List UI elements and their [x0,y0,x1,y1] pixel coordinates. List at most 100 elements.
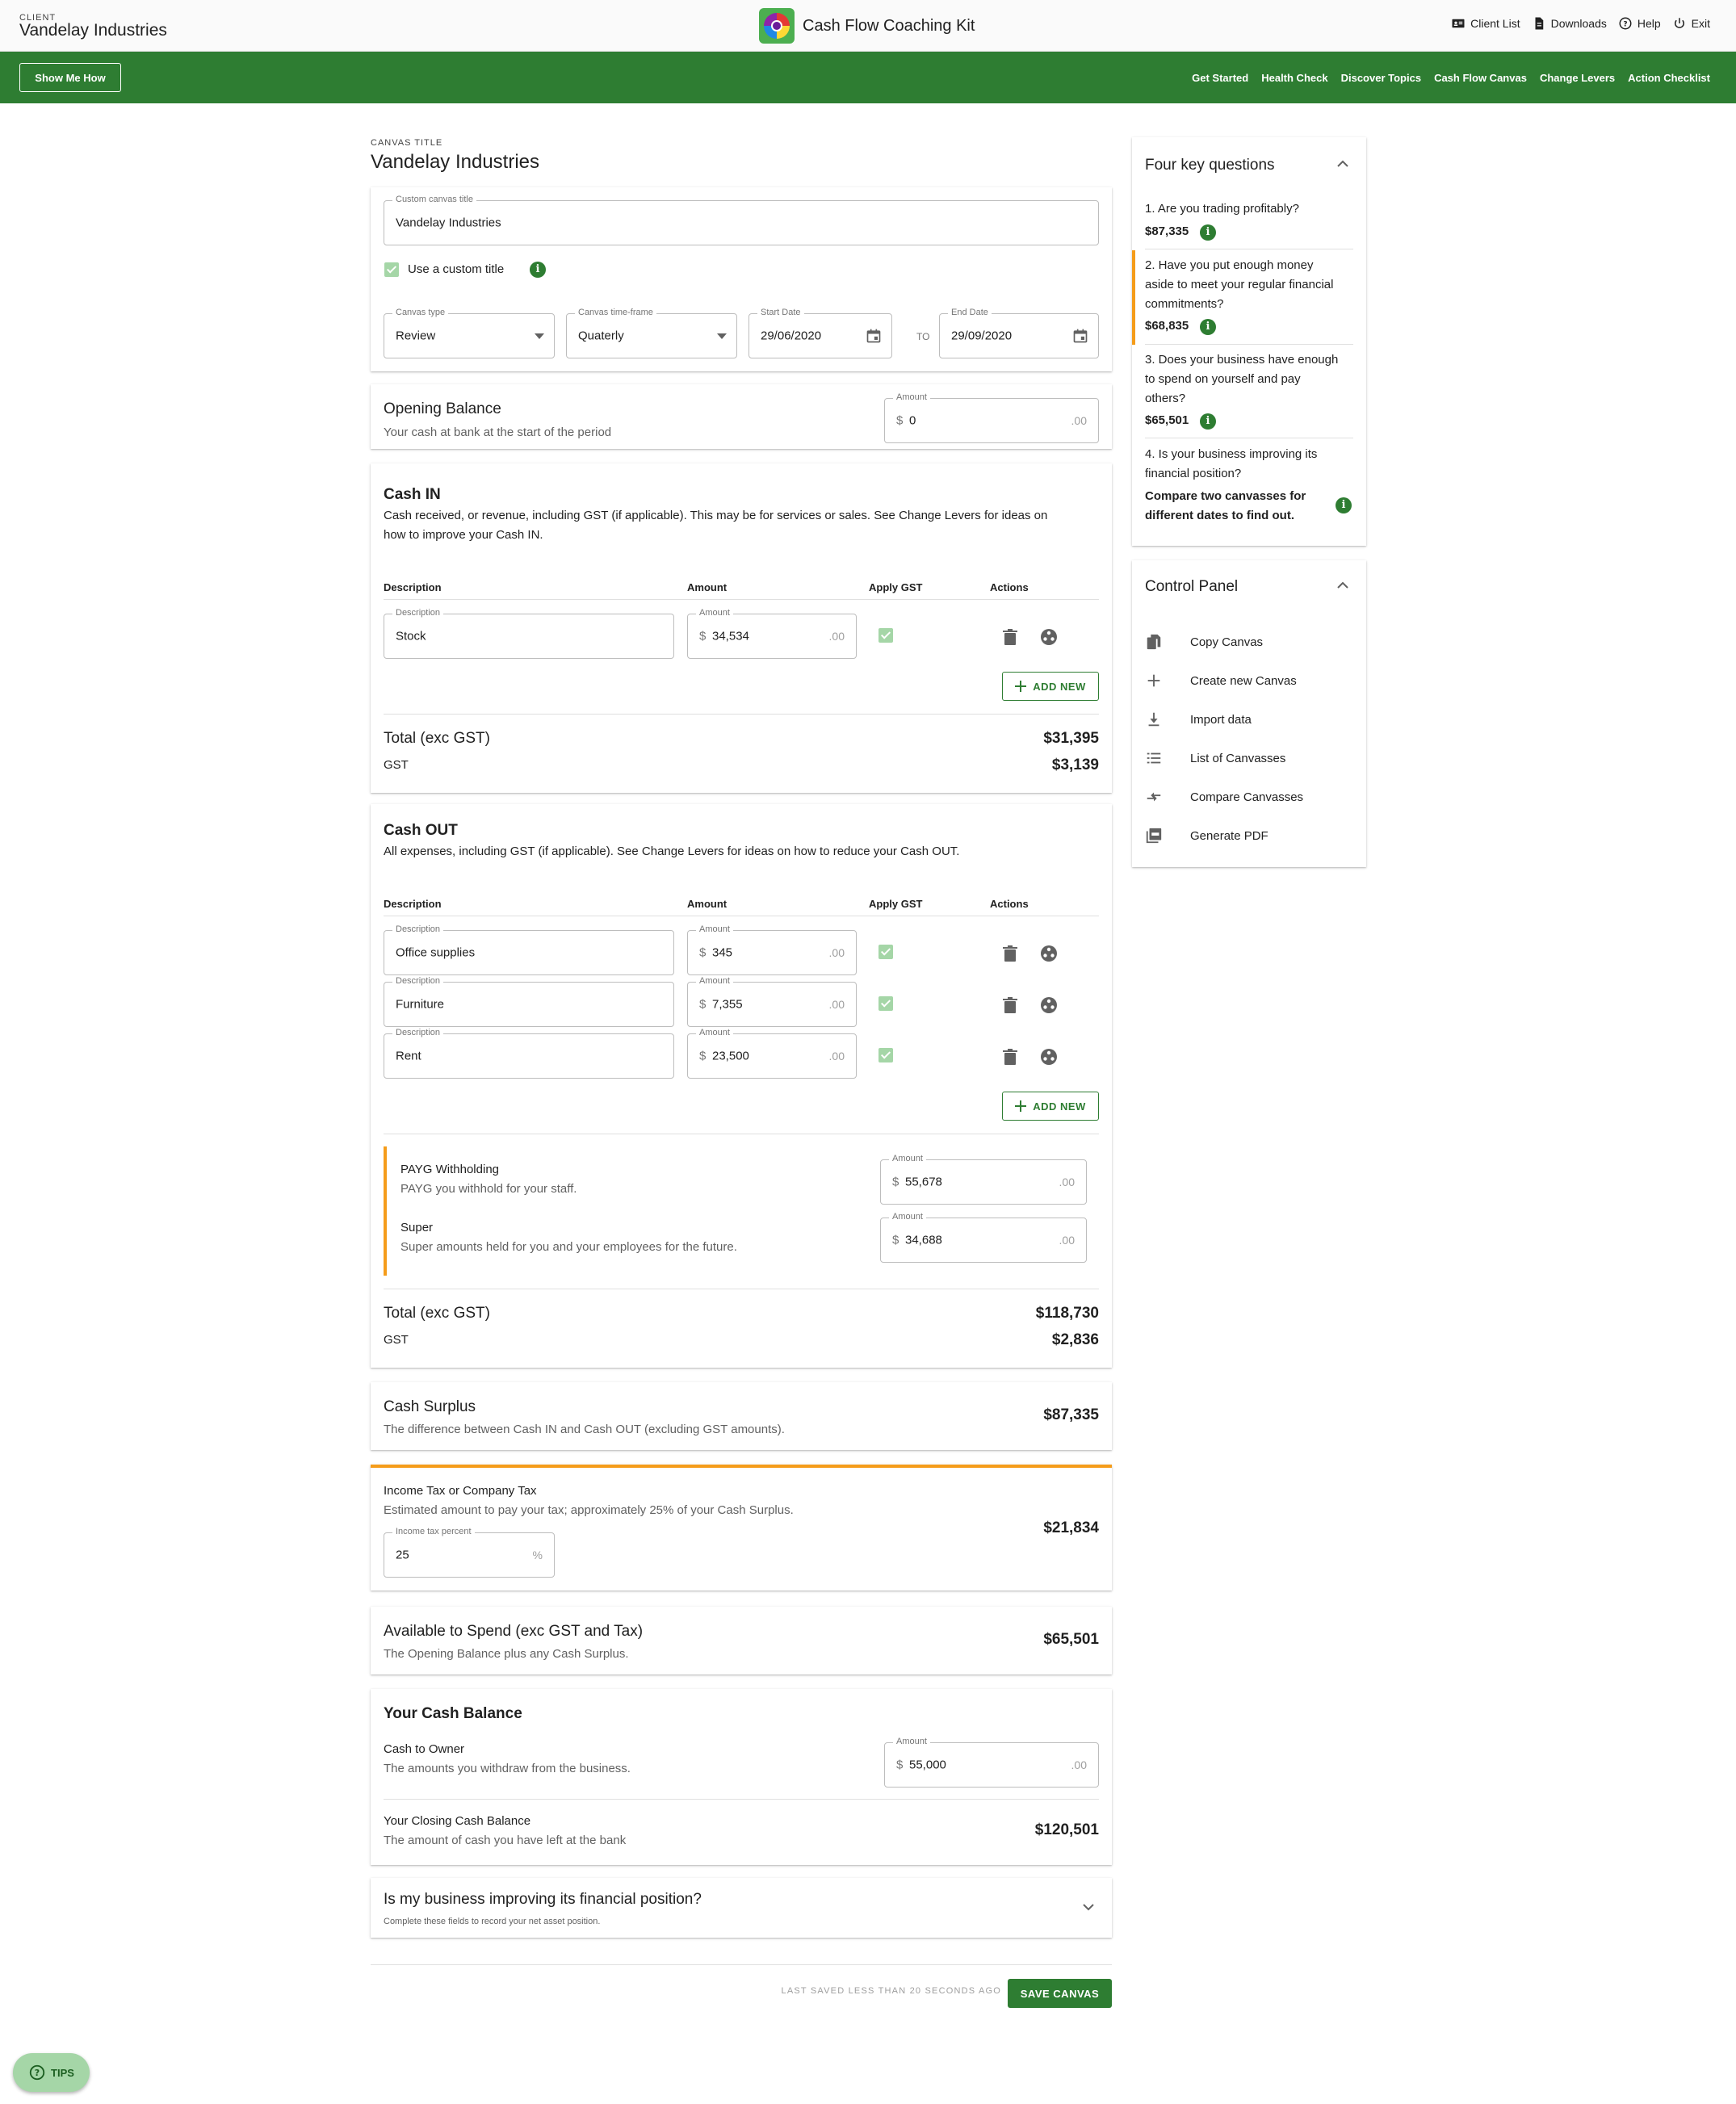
description-field[interactable]: Description Office supplies [384,924,674,975]
chevron-up-icon[interactable] [1337,581,1348,589]
settings-dots-icon[interactable] [1040,996,1058,1014]
settings-dots-icon[interactable] [1040,628,1058,646]
tips-label: TIPS [51,2066,74,2079]
save-canvas-button[interactable]: SAVE CANVAS [1008,1979,1112,2008]
generate-pdf-item[interactable]: Generate PDF [1145,827,1268,845]
income-tax-percent-field[interactable]: Income tax percent 25 % [384,1527,555,1578]
svg-text:?: ? [1623,20,1627,28]
description-field[interactable]: Description Rent [384,1028,674,1079]
cash-in-description-line2: how to improve your Cash IN. [384,528,543,542]
add-new-button[interactable]: ADD NEW [1002,672,1099,701]
cents-suffix: .00 [828,630,845,643]
copy-canvas-item[interactable]: Copy Canvas [1145,633,1263,651]
custom-title-field[interactable]: Custom canvas title Vandelay Industries [384,195,1099,245]
income-tax-percent-value: 25 [396,1548,409,1562]
nav-discover-topics[interactable]: Discover Topics [1341,72,1421,84]
apply-gst-checkbox[interactable] [878,945,893,959]
control-panel-card: Control Panel Copy Canvas Create new Can… [1132,560,1366,867]
question-2-line1: 2. Have you put enough money [1145,258,1314,272]
amount-label: Amount [696,924,733,934]
chevron-up-icon[interactable] [1337,160,1348,167]
cash-out-total-label: Total (exc GST) [384,1305,490,1322]
divider [384,1799,1099,1800]
start-date-field[interactable]: Start Date 29/06/2020 [748,308,892,358]
nav-cash-flow-canvas[interactable]: Cash Flow Canvas [1434,72,1527,84]
nav-action-checklist[interactable]: Action Checklist [1628,72,1710,84]
amount-field[interactable]: Amount $ 7,355 .00 [687,976,857,1027]
custom-title-field-label: Custom canvas title [392,195,476,204]
import-data-item[interactable]: Import data [1145,710,1252,728]
downloads-link[interactable]: Downloads [1532,16,1607,31]
apply-gst-checkbox[interactable] [878,1048,893,1062]
end-date-label: End Date [948,308,992,317]
calendar-icon[interactable] [1072,328,1088,344]
end-date-field[interactable]: End Date 29/09/2020 [939,308,1099,358]
nav-get-started[interactable]: Get Started [1192,72,1248,84]
compare-canvasses-item[interactable]: Compare Canvasses [1145,788,1303,806]
delete-icon[interactable] [1003,945,1017,962]
description-field[interactable]: Description Furniture [384,976,674,1027]
amount-value: 34,534 [712,629,749,643]
question-1-amount: $87,335 [1145,224,1189,238]
info-icon[interactable]: i [1200,224,1216,241]
cash-in-description-line1: Cash received, or revenue, including GST… [384,509,1048,522]
cents-suffix: .00 [1071,1758,1087,1771]
cash-in-title: Cash IN [384,486,441,503]
plus-icon [1015,1100,1027,1112]
question-2-amount: $68,835 [1145,319,1189,333]
financial-position-panel[interactable]: Is my business improving its financial p… [371,1878,1112,1938]
pdf-icon [1146,828,1162,844]
exit-link[interactable]: Exit [1672,16,1710,31]
amount-field[interactable]: Amount $ 34,534 .00 [687,608,857,659]
info-icon[interactable]: i [1200,319,1216,335]
timeframe-select[interactable]: Canvas time-frame Quaterly [566,308,737,358]
client-list-link[interactable]: Client List [1451,16,1520,31]
calendar-icon[interactable] [866,328,882,344]
create-canvas-item[interactable]: Create new Canvas [1145,672,1297,689]
col-apply-gst: Apply GST [869,898,923,910]
cash-to-owner-field[interactable]: Amount $ 55,000 .00 [884,1737,1099,1788]
description-field[interactable]: Description Stock [384,608,674,659]
compare-arrows-icon [1147,792,1161,802]
delete-icon[interactable] [1003,1049,1017,1065]
apply-gst-checkbox[interactable] [878,996,893,1011]
cash-to-owner-value: 55,000 [909,1758,946,1772]
info-icon[interactable]: i [1336,497,1352,513]
tips-button[interactable]: ? TIPS [13,2053,90,2092]
show-me-how-button[interactable]: Show Me How [19,63,121,92]
add-new-button[interactable]: ADD NEW [1002,1092,1099,1121]
delete-icon[interactable] [1003,629,1017,645]
contacts-icon [1452,19,1465,28]
list-canvasses-item[interactable]: List of Canvasses [1145,749,1285,767]
highlight-bar [384,1146,387,1276]
download-icon [1148,712,1159,727]
power-icon [1674,18,1684,28]
chevron-down-icon[interactable] [1083,1904,1094,1911]
import-data-label: Import data [1190,712,1252,727]
question-2-line3: commitments? [1145,297,1224,311]
financial-position-title: Is my business improving its financial p… [384,1891,702,1908]
help-link[interactable]: ? Help [1618,16,1661,31]
nav-health-check[interactable]: Health Check [1261,72,1327,84]
col-apply-gst: Apply GST [869,581,923,593]
apply-gst-checkbox[interactable] [878,628,893,643]
super-amount-field[interactable]: Amount $ 34,688 .00 [880,1212,1087,1263]
cents-suffix: .00 [828,1050,845,1062]
amount-label: Amount [893,1737,930,1746]
amount-field[interactable]: Amount $ 23,500 .00 [687,1028,857,1079]
amount-value: 23,500 [712,1049,749,1063]
canvas-type-select[interactable]: Canvas type Review [384,308,555,358]
timeframe-label: Canvas time-frame [575,308,656,317]
settings-dots-icon[interactable] [1040,945,1058,962]
info-icon[interactable]: i [1200,413,1216,430]
nav-change-levers[interactable]: Change Levers [1540,72,1615,84]
settings-dots-icon[interactable] [1040,1048,1058,1066]
delete-icon[interactable] [1003,997,1017,1013]
amount-field[interactable]: Amount $ 345 .00 [687,924,857,975]
info-icon[interactable]: i [530,262,546,278]
income-tax-subtitle: Estimated amount to pay your tax; approx… [384,1503,794,1517]
dropdown-arrow-icon [535,333,544,339]
custom-title-checkbox[interactable] [384,262,399,277]
payg-amount-field[interactable]: Amount $ 55,678 .00 [880,1154,1087,1205]
opening-balance-amount-field[interactable]: Amount $ 0 .00 [884,392,1099,443]
